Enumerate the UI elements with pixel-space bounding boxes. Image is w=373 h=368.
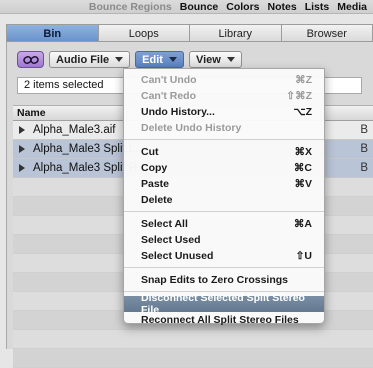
tab-browser[interactable]: Browser — [282, 24, 373, 42]
menu-separator — [124, 211, 324, 212]
link-button[interactable] — [17, 51, 44, 68]
menu-item-shortcut: ⌘X — [294, 146, 312, 158]
menu-item-undo-history[interactable]: Undo History... ⌥Z — [124, 104, 324, 120]
top-menu-bar: Bounce Regions Bounce Colors Notes Lists… — [0, 0, 373, 14]
menu-item-cant-redo: Can't Redo ⇧⌘Z — [124, 88, 324, 104]
file-info: B — [360, 143, 368, 155]
view-menu-button[interactable]: View — [189, 51, 242, 68]
menu-colors[interactable]: Colors — [226, 1, 259, 13]
link-icon — [23, 55, 39, 65]
file-name: Alpha_Male3.aif — [33, 124, 115, 136]
audio-file-label: Audio File — [56, 54, 109, 66]
menu-item-label: Copy — [141, 162, 167, 174]
audio-file-menu-button[interactable]: Audio File — [49, 51, 130, 68]
tab-bar: Bin Loops Library Browser — [6, 24, 373, 42]
disclosure-triangle-icon[interactable] — [19, 164, 25, 172]
menu-item-label: Snap Edits to Zero Crossings — [141, 274, 288, 286]
tab-library[interactable]: Library — [190, 24, 282, 42]
chevron-down-icon — [115, 57, 123, 62]
menu-item-paste[interactable]: Paste ⌘V — [124, 176, 324, 192]
menu-item-label: Delete Undo History — [141, 122, 241, 134]
menu-item-label: Reconnect All Split Stereo Files — [141, 314, 299, 326]
menu-item-select-all[interactable]: Select All ⌘A — [124, 216, 324, 232]
menu-item-select-used[interactable]: Select Used — [124, 232, 324, 248]
menu-item-cut[interactable]: Cut ⌘X — [124, 144, 324, 160]
menu-item-label: Delete — [141, 194, 173, 206]
menu-lists[interactable]: Lists — [305, 1, 330, 13]
menu-item-disconnect-split-stereo[interactable]: Disconnect Selected Split Stereo File — [124, 296, 324, 312]
menu-item-reconnect-split-stereo[interactable]: Reconnect All Split Stereo Files — [124, 312, 324, 328]
menu-item-shortcut: ⇧U — [296, 250, 312, 262]
menu-item-delete[interactable]: Delete — [124, 192, 324, 208]
menu-item-label: Can't Redo — [141, 90, 196, 102]
menu-notes[interactable]: Notes — [268, 1, 297, 13]
tab-bin[interactable]: Bin — [6, 24, 99, 42]
empty-row — [13, 330, 373, 349]
menu-item-label: Paste — [141, 178, 169, 190]
menu-item-snap-edits[interactable]: Snap Edits to Zero Crossings — [124, 272, 324, 288]
menu-item-label: Can't Undo — [141, 74, 197, 86]
menu-item-label: Disconnect Selected Split Stereo File — [141, 292, 312, 316]
menu-item-shortcut: ⌥Z — [293, 106, 312, 118]
menu-item-shortcut: ⌘V — [294, 178, 312, 190]
edit-dropdown-menu: Can't Undo ⌘Z Can't Redo ⇧⌘Z Undo Histor… — [123, 68, 325, 324]
menu-item-cant-undo: Can't Undo ⌘Z — [124, 72, 324, 88]
menu-item-label: Select Unused — [141, 250, 213, 262]
menu-media[interactable]: Media — [337, 1, 367, 13]
menu-bounce[interactable]: Bounce — [180, 1, 219, 13]
disclosure-triangle-icon[interactable] — [19, 126, 25, 134]
menu-item-shortcut: ⌘A — [294, 218, 312, 230]
menu-item-label: Select Used — [141, 234, 201, 246]
menu-bounce-regions[interactable]: Bounce Regions — [89, 1, 172, 13]
file-name: Alpha_Male3 Split.R — [33, 162, 137, 174]
chevron-down-icon — [227, 57, 235, 62]
menu-item-select-unused[interactable]: Select Unused ⇧U — [124, 248, 324, 264]
menu-separator — [124, 139, 324, 140]
chevron-down-icon — [169, 57, 177, 62]
menu-item-shortcut: ⌘C — [294, 162, 312, 174]
menu-item-shortcut: ⇧⌘Z — [286, 90, 312, 102]
bin-toolbar: Audio File Edit View — [17, 51, 242, 68]
edit-menu-button[interactable]: Edit — [135, 51, 184, 68]
menu-item-copy[interactable]: Copy ⌘C — [124, 160, 324, 176]
file-info: B — [360, 162, 368, 174]
disclosure-triangle-icon[interactable] — [19, 145, 25, 153]
menu-item-label: Cut — [141, 146, 159, 158]
empty-row — [13, 349, 373, 368]
menu-item-shortcut: ⌘Z — [295, 74, 312, 86]
menu-item-label: Undo History... — [141, 106, 215, 118]
menu-separator — [124, 267, 324, 268]
file-name: Alpha_Male3 Split.L — [33, 143, 135, 155]
file-info: B — [360, 124, 368, 136]
menu-item-delete-undo-history: Delete Undo History — [124, 120, 324, 136]
view-label: View — [196, 54, 221, 66]
tab-loops[interactable]: Loops — [99, 24, 191, 42]
menu-item-label: Select All — [141, 218, 188, 230]
edit-label: Edit — [142, 54, 163, 66]
